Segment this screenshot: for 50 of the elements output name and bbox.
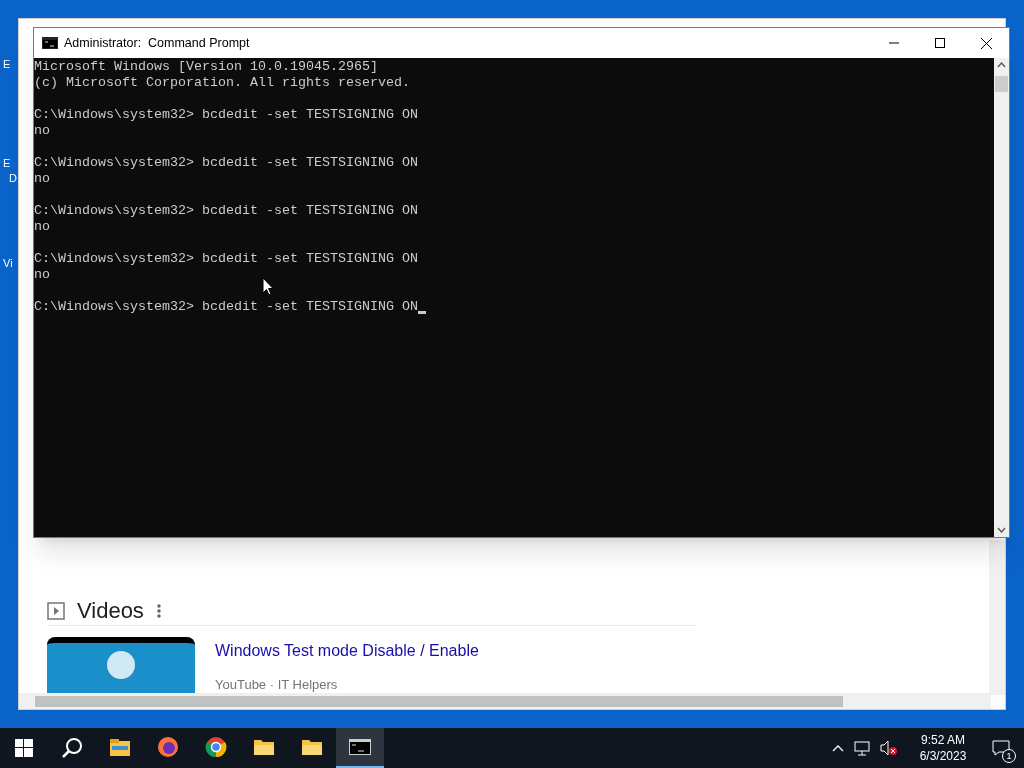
console-output: no	[34, 171, 50, 187]
folder-icon	[301, 737, 323, 757]
scrollbar-thumb[interactable]	[995, 76, 1008, 92]
scroll-up-icon[interactable]	[997, 62, 1006, 68]
search-icon	[61, 737, 83, 759]
command-line: C:\Windows\system32> bcdedit -set TESTSIGNING ON	[34, 299, 418, 315]
section-heading: Videos	[77, 597, 144, 625]
desktop-icon-label[interactable]: E	[3, 58, 11, 71]
console-output: no	[34, 123, 50, 139]
console-app-icon	[42, 37, 58, 49]
notification-count: 1	[1002, 749, 1016, 763]
maximize-icon	[935, 38, 945, 48]
clock-date[interactable]: 6/3/2023	[919, 748, 967, 764]
chevron-up-icon[interactable]	[832, 744, 844, 752]
volume-muted-icon[interactable]	[880, 740, 898, 756]
scrollbar-thumb[interactable]	[35, 696, 843, 707]
desktop-icon-label[interactable]: Vi	[3, 257, 13, 270]
command-line: C:\Windows\system32> bcdedit -set TESTSIGNING ON	[34, 107, 418, 123]
scroll-down-icon[interactable]	[997, 527, 1006, 533]
command-line: C:\Windows\system32> bcdedit -set TESTSIGNING ON	[34, 155, 418, 171]
window-title: Administrator: Command Prompt	[64, 34, 250, 52]
network-icon[interactable]	[854, 740, 872, 756]
clock-time[interactable]: 9:52 AM	[921, 732, 965, 748]
vertical-scrollbar[interactable]	[989, 540, 1005, 695]
command-line: C:\Windows\system32> bcdedit -set TESTSIGNING ON	[34, 251, 418, 267]
desktop-icon-label[interactable]: E	[3, 157, 11, 170]
notifications-button[interactable]: 1	[978, 728, 1024, 768]
mouse-pointer-icon	[262, 277, 274, 296]
desktop-icon-label[interactable]: D	[9, 172, 17, 185]
firefox-icon	[157, 736, 179, 758]
console-scrollbar[interactable]	[994, 58, 1009, 537]
console-output: no	[34, 219, 50, 235]
video-link[interactable]: Windows Test mode Disable / Enable	[215, 639, 479, 663]
console-icon	[349, 739, 371, 755]
video-icon	[47, 601, 65, 620]
console-output: Microsoft Windows [Version 10.0.19045.2965]	[34, 59, 378, 75]
windows-logo-icon	[15, 739, 33, 757]
more-options-icon[interactable]	[155, 602, 162, 619]
command-line: C:\Windows\system32> bcdedit -set TESTSIGNING ON	[34, 203, 418, 219]
console-output: no	[34, 267, 50, 283]
video-thumbnail[interactable]	[47, 637, 195, 693]
file-explorer-icon	[109, 737, 131, 757]
video-source: YouTube · IT Helpers	[215, 676, 338, 694]
taskbar-app-button[interactable]	[336, 728, 384, 768]
close-icon	[980, 37, 992, 49]
horizontal-scrollbar[interactable]	[19, 693, 991, 709]
play-button[interactable]	[107, 651, 135, 679]
folder-icon	[253, 737, 275, 757]
console-output: (c) Microsoft Corporation. All rights reserved.	[34, 75, 410, 91]
chrome-icon	[205, 736, 227, 758]
